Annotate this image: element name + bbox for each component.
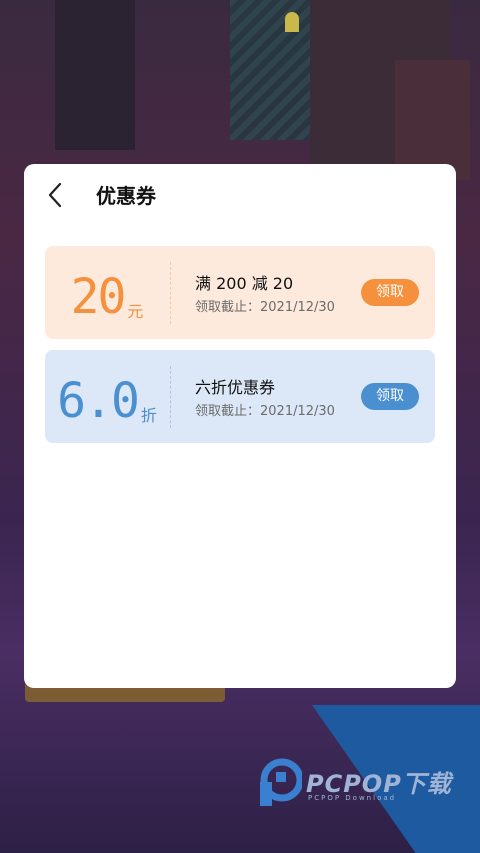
- coupon-amount: 6.0: [57, 373, 140, 429]
- claim-button[interactable]: 领取: [361, 279, 419, 306]
- coupon-name: 六折优惠券: [195, 378, 276, 397]
- coupon-value: 20 元: [45, 246, 169, 339]
- coupon-amount: 20: [70, 269, 127, 325]
- background-tower: [395, 60, 470, 180]
- coupon-name: 满 200 减 20: [195, 274, 294, 293]
- page-title: 优惠券: [96, 184, 156, 208]
- pcpop-logo-icon: [260, 758, 302, 806]
- watermark-subtitle: PCPOP Download: [308, 794, 397, 802]
- coupon-dialog: 优惠券 20 元 满 200 减 20 领取截止：2021/12/30 领取 6…: [24, 164, 456, 688]
- coupon-expiry: 领取截止：2021/12/30: [195, 300, 335, 315]
- back-button[interactable]: [42, 178, 72, 212]
- claim-button[interactable]: 领取: [361, 383, 419, 410]
- coupon-divider: [170, 366, 171, 428]
- coupon-card: 20 元 满 200 减 20 领取截止：2021/12/30 领取: [45, 246, 435, 339]
- coupon-divider: [170, 262, 171, 324]
- background-window: [285, 12, 299, 32]
- dialog-header: 优惠券: [24, 164, 456, 224]
- coupon-expiry: 领取截止：2021/12/30: [195, 404, 335, 419]
- coupon-unit: 折: [140, 406, 157, 425]
- coupon-card: 6.0 折 六折优惠券 领取截止：2021/12/30 领取: [45, 350, 435, 443]
- watermark: PCPOP下载 PCPOP Download: [258, 758, 468, 810]
- background-stairs: [230, 0, 320, 140]
- chevron-left-icon: [48, 182, 62, 208]
- background-tower: [55, 0, 135, 150]
- coupon-value: 6.0 折: [45, 350, 169, 443]
- coupon-unit: 元: [127, 302, 144, 321]
